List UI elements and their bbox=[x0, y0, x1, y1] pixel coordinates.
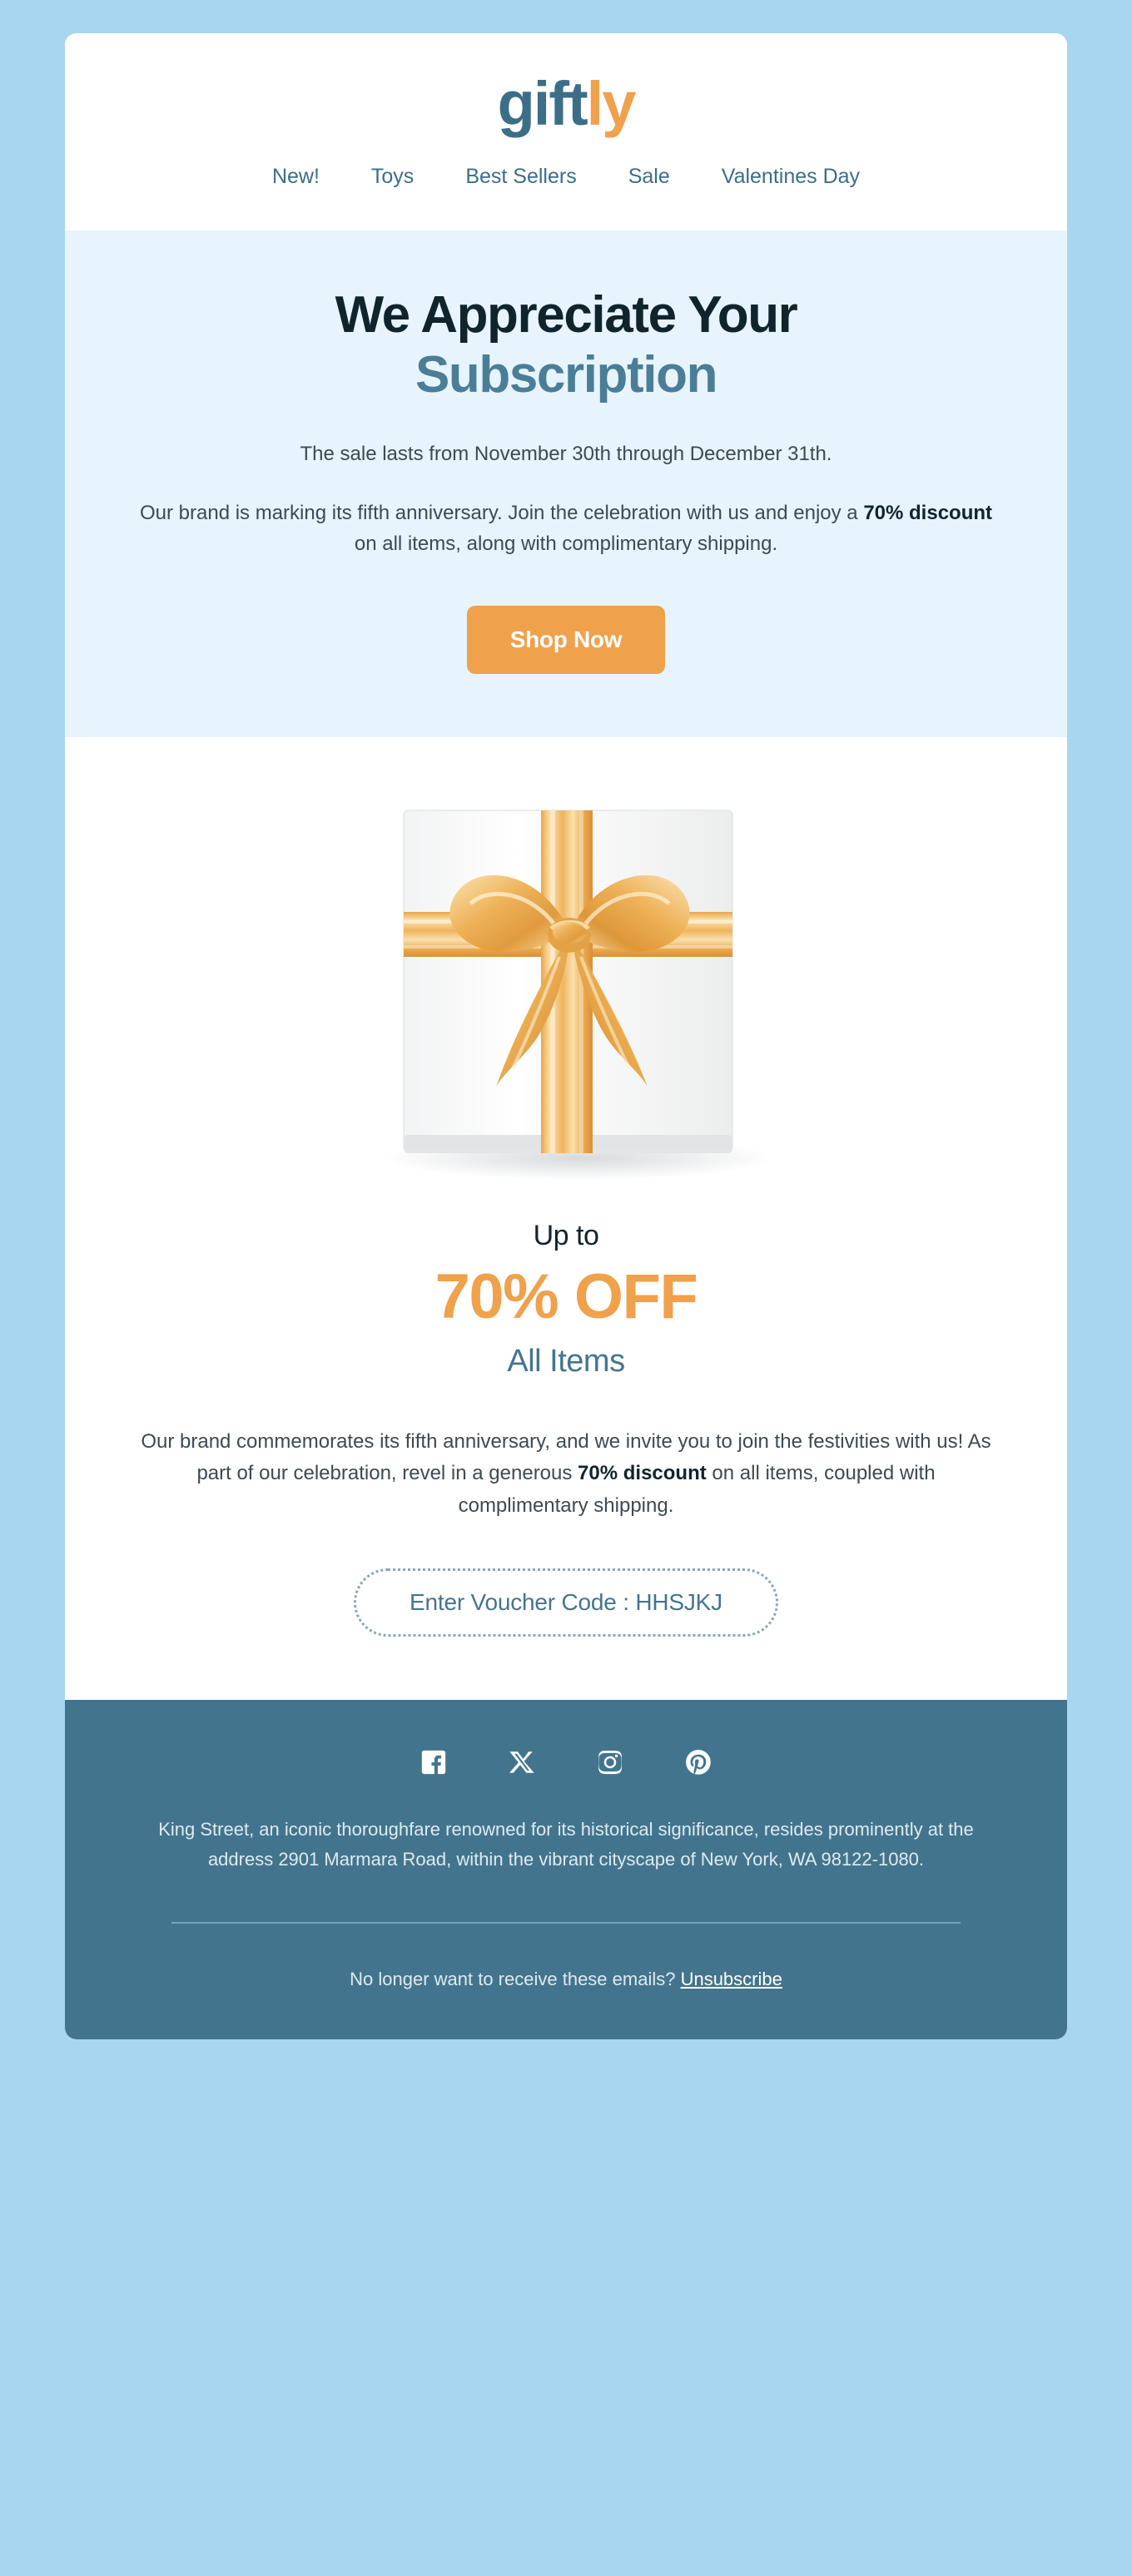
gift-box-image bbox=[291, 794, 841, 1201]
hero-title-line2: Subscription bbox=[415, 345, 718, 404]
x-twitter-icon[interactable] bbox=[508, 1748, 536, 1776]
hero-section: We Appreciate Your Subscription The sale… bbox=[65, 230, 1067, 737]
product-discount-highlight: 70% discount bbox=[578, 1462, 707, 1485]
hero-title: We Appreciate Your Subscription bbox=[132, 285, 1000, 405]
facebook-icon[interactable] bbox=[420, 1748, 448, 1776]
product-section: Up to 70% OFF All Items Our brand commem… bbox=[65, 736, 1067, 1700]
email-header: giftly New! Toys Best Sellers Sale Valen… bbox=[65, 33, 1067, 230]
hero-description-before: Our brand is marking its fifth anniversa… bbox=[139, 501, 864, 524]
footer-address: King Street, an iconic thoroughfare reno… bbox=[158, 1818, 974, 1870]
discount-scope-label: All Items bbox=[507, 1343, 625, 1379]
hero-sale-dates: The sale lasts from November 30th throug… bbox=[300, 442, 832, 465]
footer-divider bbox=[171, 1921, 961, 1924]
unsubscribe-link[interactable]: Unsubscribe bbox=[681, 1969, 782, 1989]
social-links bbox=[132, 1748, 1000, 1815]
voucher-wrapper: Enter Voucher Code : HHSJKJ bbox=[132, 1568, 1000, 1637]
voucher-code-button[interactable]: Enter Voucher Code : HHSJKJ bbox=[354, 1568, 778, 1637]
main-navigation: New! Toys Best Sellers Sale Valentines D… bbox=[65, 165, 1067, 230]
hero-cta-wrapper: Shop Now bbox=[132, 605, 1000, 674]
hero-description-after: on all items, along with complimentary s… bbox=[354, 532, 778, 555]
pinterest-icon[interactable] bbox=[684, 1748, 712, 1776]
gift-box-illustration bbox=[383, 810, 774, 1180]
hero-discount-highlight: 70% discount bbox=[863, 501, 993, 524]
nav-item-new[interactable]: New! bbox=[272, 165, 320, 189]
instagram-icon[interactable] bbox=[596, 1748, 624, 1776]
email-card: giftly New! Toys Best Sellers Sale Valen… bbox=[65, 33, 1067, 2039]
nav-item-toys[interactable]: Toys bbox=[371, 165, 414, 189]
hero-title-line1: We Appreciate Your bbox=[335, 286, 798, 344]
nav-item-best-sellers[interactable]: Best Sellers bbox=[465, 165, 576, 189]
discount-headline: 70% OFF bbox=[434, 1261, 698, 1332]
product-description: Our brand commemorates its fifth anniver… bbox=[132, 1426, 1000, 1522]
logo-text-primary: gift bbox=[497, 69, 588, 138]
logo-text-accent: ly bbox=[586, 69, 637, 138]
shop-now-button[interactable]: Shop Now bbox=[466, 605, 666, 674]
brand-logo[interactable]: giftly bbox=[65, 73, 1067, 165]
unsubscribe-line: No longer want to receive these emails? … bbox=[132, 1965, 1000, 1993]
nav-item-valentines-day[interactable]: Valentines Day bbox=[722, 165, 860, 189]
email-footer: King Street, an iconic thoroughfare reno… bbox=[65, 1699, 1067, 2039]
up-to-label: Up to bbox=[533, 1219, 599, 1251]
nav-item-sale[interactable]: Sale bbox=[628, 165, 670, 189]
unsubscribe-prefix: No longer want to receive these emails? bbox=[350, 1968, 681, 1989]
hero-description: Our brand is marking its fifth anniversa… bbox=[132, 498, 1000, 559]
